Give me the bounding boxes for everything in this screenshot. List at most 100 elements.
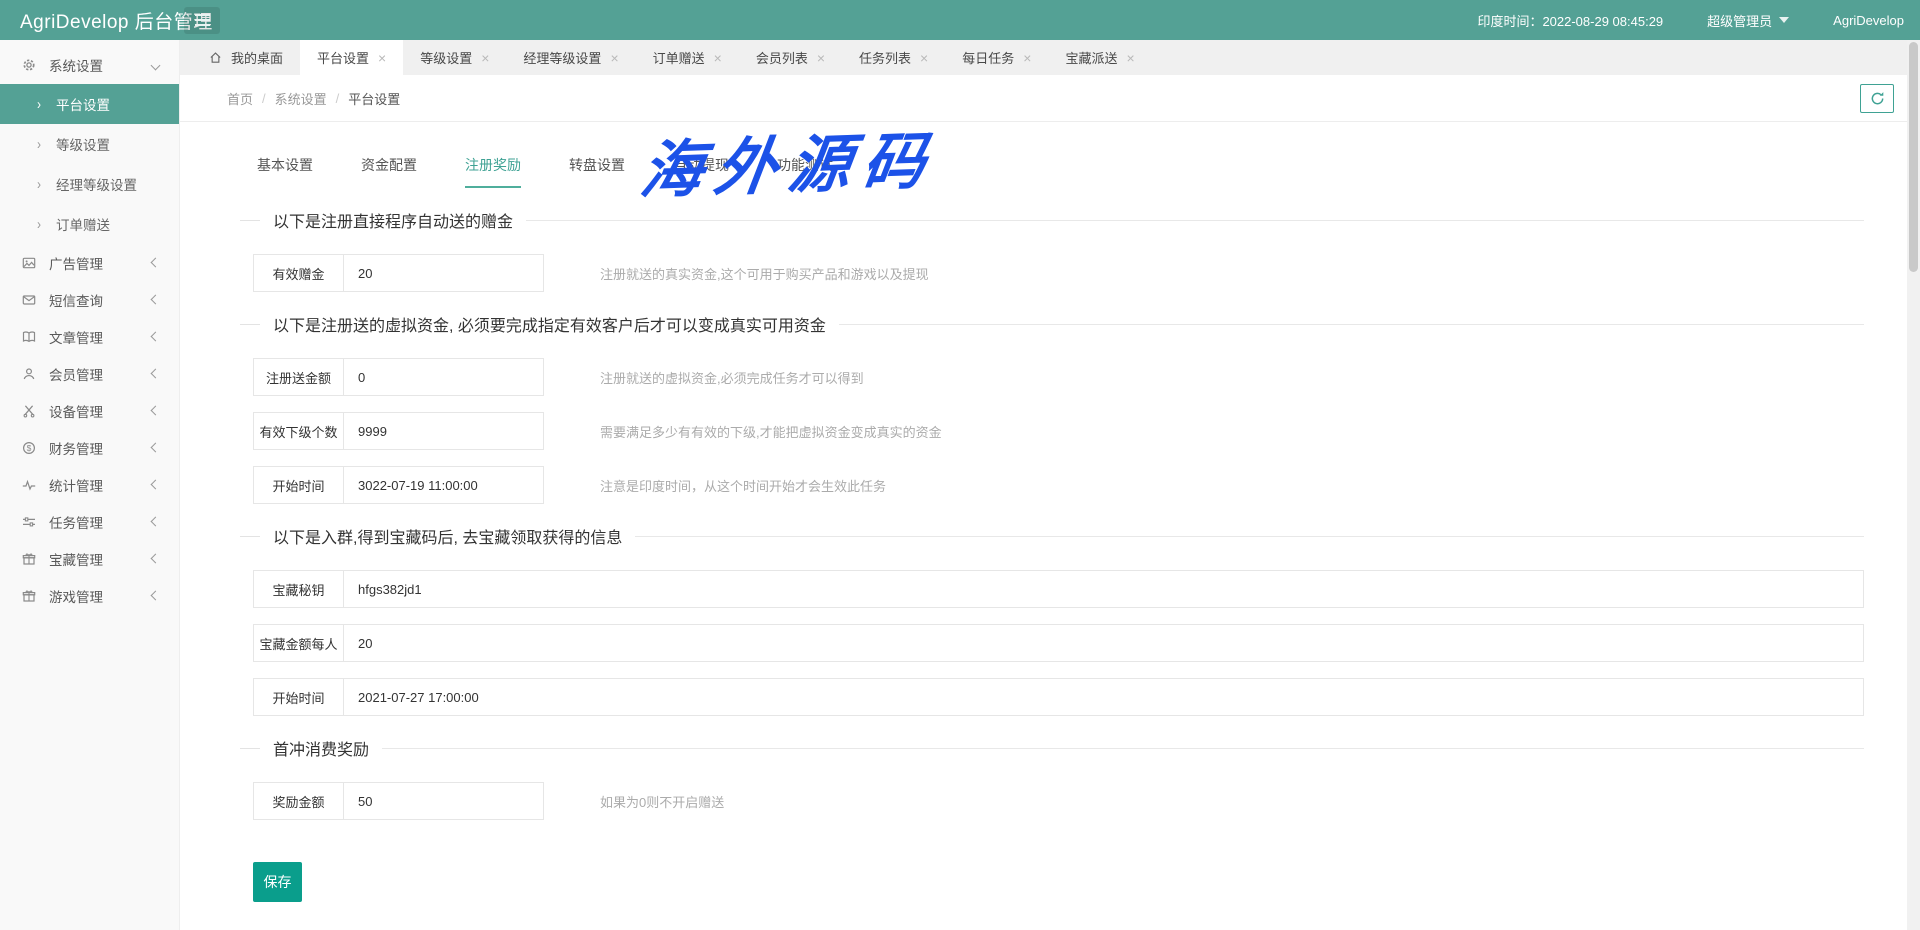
tab-manager-level-settings[interactable]: 经理等级设置 × — [506, 40, 635, 75]
subtab-basic-settings[interactable]: 基本设置 — [257, 155, 313, 188]
close-icon[interactable]: × — [817, 51, 825, 65]
user-role-dropdown[interactable]: 超级管理员 — [1707, 11, 1789, 30]
field-valid-bonus[interactable] — [344, 255, 543, 291]
tab-task-list[interactable]: 任务列表 × — [842, 40, 945, 75]
sidebar-item-manager-level-settings[interactable]: › 经理等级设置 — [0, 164, 179, 204]
sidebar-item-order-gift[interactable]: › 订单赠送 — [0, 204, 179, 244]
chevron-left-icon — [151, 406, 161, 416]
sidebar-item-label: 宝藏管理 — [49, 549, 103, 569]
tab-member-list[interactable]: 会员列表 × — [739, 40, 842, 75]
mail-icon — [22, 293, 36, 307]
refresh-icon — [1870, 91, 1885, 106]
sidebar-item-task-management[interactable]: 任务管理 — [0, 503, 179, 540]
sidebar: 系统设置 › 平台设置 › 等级设置 › 经理等级设置 › 订单赠送 广告管理 — [0, 40, 180, 930]
field-treasure-amount-per-person[interactable] — [344, 625, 1863, 661]
tab-level-settings[interactable]: 等级设置 × — [403, 40, 506, 75]
sidebar-group-system-settings[interactable]: 系统设置 — [0, 46, 179, 84]
chevron-right-icon: › — [37, 136, 41, 153]
field-help: 需要满足多少有有效的下级,才能把虚拟资金变成真实的资金 — [600, 422, 942, 441]
subtab-wheel-settings[interactable]: 转盘设置 — [569, 155, 625, 188]
app-header: AgriDevelop 后台管理 印度时间：2022-08-29 08:45:2… — [0, 0, 1920, 40]
scrollbar-thumb[interactable] — [1909, 42, 1918, 272]
sidebar-item-label: 游戏管理 — [49, 586, 103, 606]
tab-label: 宝藏派送 — [1065, 48, 1117, 67]
sidebar-item-level-settings[interactable]: › 等级设置 — [0, 124, 179, 164]
section-heading: 以下是入群,得到宝藏码后, 去宝藏领取获得的信息 — [240, 524, 1864, 548]
sidebar-item-label: 任务管理 — [49, 512, 103, 532]
field-start-time-2[interactable] — [344, 679, 1863, 715]
sidebar-item-member-management[interactable]: 会员管理 — [0, 355, 179, 392]
sidebar-item-label: 财务管理 — [49, 438, 103, 458]
sidebar-item-statistics-management[interactable]: 统计管理 — [0, 466, 179, 503]
section-heading: 以下是注册直接程序自动送的赠金 — [240, 208, 1864, 232]
close-icon[interactable]: × — [714, 51, 722, 65]
register-reward-form: 以下是注册直接程序自动送的赠金 有效赠金 注册就送的真实资金,这个可用于购买产品… — [180, 208, 1920, 902]
settings-subtabs: 基本设置 资金配置 注册奖励 转盘设置 自动提现 功能测试 — [180, 155, 1920, 188]
subtab-auto-withdraw[interactable]: 自动提现 — [673, 155, 729, 188]
chevron-left-icon — [151, 517, 161, 527]
sidebar-item-finance-management[interactable]: $ 财务管理 — [0, 429, 179, 466]
subtab-function-test[interactable]: 功能测试 — [777, 155, 833, 188]
close-icon[interactable]: × — [378, 51, 386, 65]
tab-label: 任务列表 — [859, 48, 911, 67]
tab-label: 我的桌面 — [231, 48, 283, 67]
chevron-left-icon — [151, 480, 161, 490]
sidebar-item-label: 等级设置 — [56, 134, 110, 154]
form-row: 有效赠金 注册就送的真实资金,这个可用于购买产品和游戏以及提现 — [253, 254, 1864, 292]
close-icon[interactable]: × — [1126, 51, 1134, 65]
sidebar-item-label: 设备管理 — [49, 401, 103, 421]
sidebar-item-label: 短信查询 — [49, 290, 103, 310]
hamburger-menu-icon[interactable] — [184, 7, 220, 34]
server-time: 印度时间：2022-08-29 08:45:29 — [1477, 11, 1663, 30]
chevron-left-icon — [151, 258, 161, 268]
field-start-time-1[interactable] — [344, 467, 543, 503]
field-label: 宝藏秘钥 — [254, 571, 344, 607]
chevron-right-icon: › — [37, 176, 41, 193]
subtab-fund-config[interactable]: 资金配置 — [361, 155, 417, 188]
close-icon[interactable]: × — [920, 51, 928, 65]
field-treasure-key[interactable] — [344, 571, 1863, 607]
sidebar-item-label: 订单赠送 — [56, 214, 110, 234]
chevron-right-icon: › — [37, 216, 41, 233]
breadcrumb-system-settings[interactable]: 系统设置 — [275, 89, 327, 108]
field-help: 注册就送的真实资金,这个可用于购买产品和游戏以及提现 — [600, 264, 929, 283]
sidebar-item-game-management[interactable]: 游戏管理 — [0, 577, 179, 614]
tab-my-desktop[interactable]: 我的桌面 — [192, 40, 300, 75]
app-title: AgriDevelop 后台管理 — [0, 7, 160, 34]
tab-treasure-delivery[interactable]: 宝藏派送 × — [1048, 40, 1151, 75]
save-button[interactable]: 保存 — [253, 862, 302, 902]
sidebar-item-sms-query[interactable]: 短信查询 — [0, 281, 179, 318]
field-valid-subordinates[interactable] — [344, 413, 543, 449]
form-row: 宝藏秘钥 — [253, 570, 1864, 608]
sidebar-item-device-management[interactable]: 设备管理 — [0, 392, 179, 429]
sidebar-item-article-management[interactable]: 文章管理 — [0, 318, 179, 355]
tab-label: 会员列表 — [756, 48, 808, 67]
refresh-button[interactable] — [1860, 84, 1894, 113]
close-icon[interactable]: × — [610, 51, 618, 65]
chevron-down-icon — [151, 60, 161, 70]
field-register-amount[interactable] — [344, 359, 543, 395]
field-help: 注意是印度时间，从这个时间开始才会生效此任务 — [600, 476, 886, 495]
sidebar-item-platform-settings[interactable]: › 平台设置 — [0, 84, 179, 124]
tab-order-gift[interactable]: 订单赠送 × — [636, 40, 739, 75]
chevron-left-icon — [151, 369, 161, 379]
breadcrumb-home[interactable]: 首页 — [227, 89, 253, 108]
section-heading: 首冲消费奖励 — [240, 736, 1864, 760]
field-label: 宝藏金额每人 — [254, 625, 344, 661]
close-icon[interactable]: × — [481, 51, 489, 65]
gift-icon — [22, 552, 36, 566]
sidebar-item-treasure-management[interactable]: 宝藏管理 — [0, 540, 179, 577]
form-row: 宝藏金额每人 — [253, 624, 1864, 662]
account-name[interactable]: AgriDevelop — [1833, 13, 1904, 28]
subtab-register-reward[interactable]: 注册奖励 — [465, 155, 521, 188]
sidebar-item-ad-management[interactable]: 广告管理 — [0, 244, 179, 281]
tab-daily-task[interactable]: 每日任务 × — [945, 40, 1048, 75]
gift-icon — [22, 589, 36, 603]
close-icon[interactable]: × — [1023, 51, 1031, 65]
field-reward-amount[interactable] — [344, 783, 543, 819]
book-icon — [22, 330, 36, 344]
gear-icon — [22, 58, 36, 72]
sidebar-item-label: 广告管理 — [49, 253, 103, 273]
scrollbar[interactable] — [1907, 40, 1920, 930]
tab-platform-settings[interactable]: 平台设置 × — [300, 40, 403, 75]
